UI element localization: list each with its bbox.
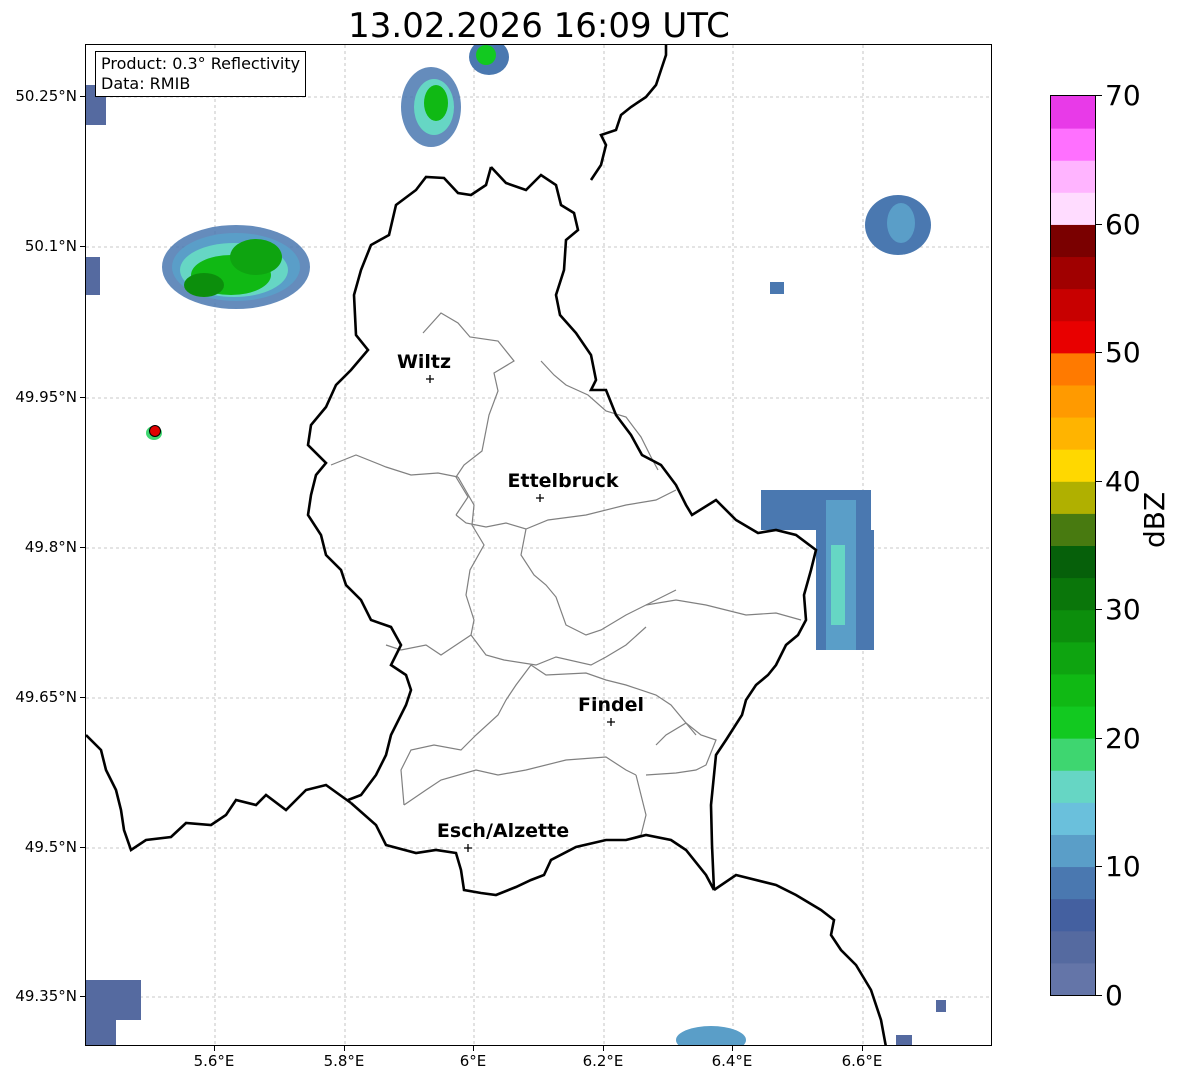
colorbar-tick: 70 (1105, 79, 1141, 112)
city-label-ettelbruck: Ettelbruck (507, 470, 619, 492)
lat-tick: 49.8°N (24, 538, 77, 556)
lat-tick: 49.5°N (24, 838, 77, 856)
colorbar-swatch (1051, 288, 1095, 322)
colorbar-swatch (1051, 545, 1095, 579)
colorbar-swatch (1051, 673, 1095, 707)
colorbar-swatch (1051, 770, 1095, 803)
colorbar-swatches (1051, 96, 1095, 995)
lat-tick: 49.65°N (15, 688, 77, 706)
colorbar-swatch (1051, 898, 1095, 932)
colorbar-swatch (1051, 96, 1095, 129)
colorbar-swatch (1051, 320, 1095, 354)
map-canvas (86, 45, 991, 1045)
colorbar-swatch (1051, 384, 1095, 418)
colorbar-swatch (1051, 256, 1095, 290)
lon-tick: 6.4°E (711, 1052, 753, 1070)
radar-site-marker (149, 425, 161, 437)
colorbar-swatch (1051, 866, 1095, 900)
colorbar-swatch (1051, 417, 1095, 450)
colorbar-swatch (1051, 128, 1095, 161)
lon-tick: 6.2°E (582, 1052, 624, 1070)
lat-tick: 50.25°N (15, 87, 77, 105)
colorbar-swatch (1051, 962, 1095, 995)
lon-tick: 5.6°E (193, 1052, 235, 1070)
city-label-findel: Findel (577, 694, 645, 716)
city-label-wiltz: Wiltz (396, 351, 452, 373)
lon-tick: 6°E (459, 1052, 487, 1070)
colorbar-swatch (1051, 738, 1095, 771)
colorbar-tick: 20 (1105, 722, 1141, 755)
product-label: Product: 0.3° Reflectivity (101, 54, 301, 73)
colorbar-swatch (1051, 802, 1095, 835)
map-panel[interactable] (85, 44, 992, 1046)
data-source-label: Data: RMIB (101, 74, 191, 93)
canton-borders (330, 312, 802, 841)
colorbar (1050, 95, 1096, 996)
colorbar-swatch (1051, 224, 1095, 258)
colorbar-tick: 60 (1105, 208, 1141, 241)
colorbar-swatch (1051, 930, 1095, 964)
colorbar-swatch (1051, 706, 1095, 739)
colorbar-swatch (1051, 577, 1095, 611)
map-title: 13.02.2026 16:09 UTC (348, 6, 730, 46)
colorbar-tick: 10 (1105, 850, 1141, 883)
colorbar-swatch (1051, 513, 1095, 546)
national-borders (86, 45, 887, 1045)
colorbar-swatch (1051, 160, 1095, 193)
colorbar-swatch (1051, 192, 1095, 225)
colorbar-tick: 40 (1105, 465, 1141, 498)
city-markers (426, 375, 615, 852)
colorbar-swatch (1051, 834, 1095, 868)
product-info-box: Product: 0.3° Reflectivity Data: RMIB (95, 51, 307, 97)
colorbar-label: dBZ (1138, 491, 1171, 548)
colorbar-swatch (1051, 449, 1095, 482)
lat-tick: 49.95°N (15, 388, 77, 406)
city-label-esch: Esch/Alzette (436, 820, 570, 842)
colorbar-swatch (1051, 609, 1095, 643)
colorbar-swatch (1051, 352, 1095, 386)
lon-tick: 6.6°E (841, 1052, 883, 1070)
colorbar-tick: 0 (1105, 979, 1123, 1012)
colorbar-swatch (1051, 641, 1095, 675)
colorbar-swatch (1051, 481, 1095, 514)
lat-tick: 49.35°N (15, 987, 77, 1005)
lon-tick: 5.8°E (323, 1052, 365, 1070)
lat-tick: 50.1°N (24, 237, 77, 255)
colorbar-tick: 30 (1105, 593, 1141, 626)
colorbar-tick: 50 (1105, 336, 1141, 369)
